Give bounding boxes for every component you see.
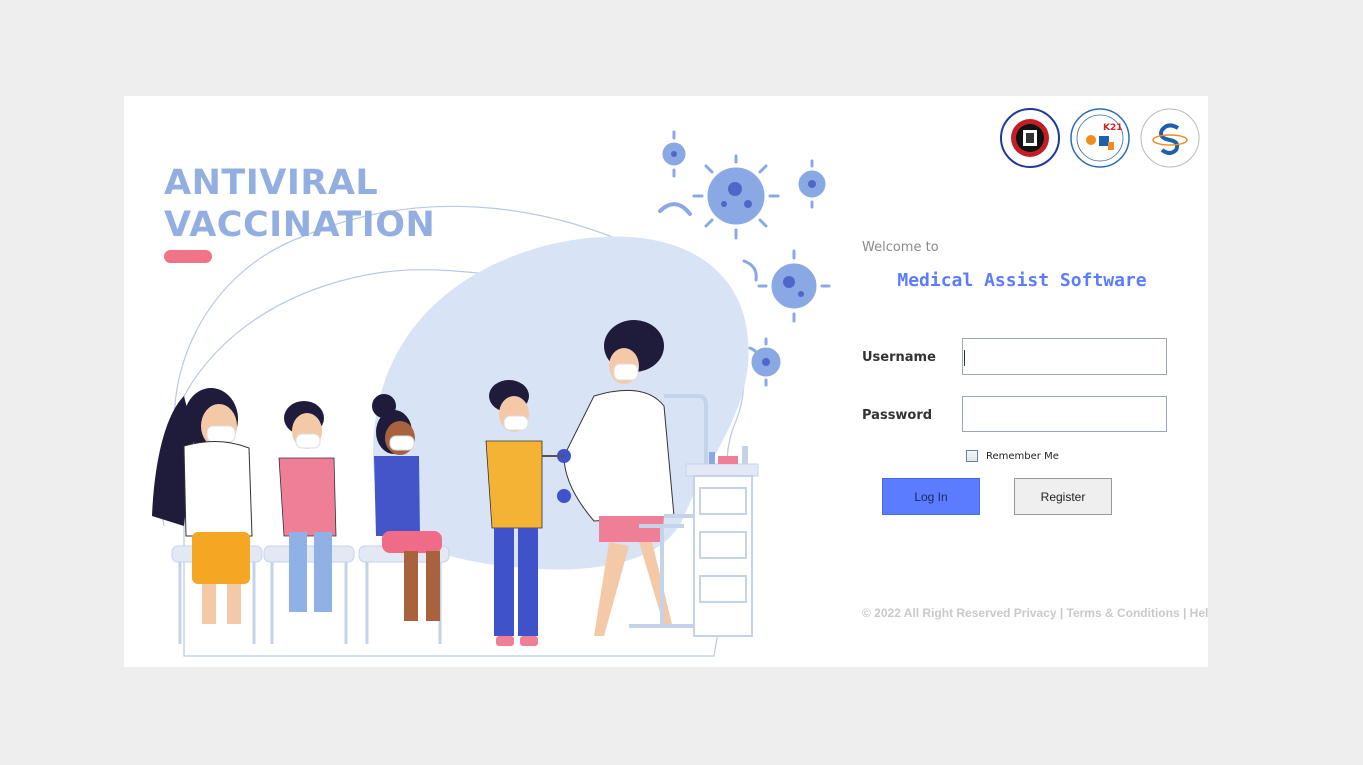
remember-me-label: Remember Me: [986, 450, 1059, 462]
hero-title-line1: ANTIVIRAL: [164, 163, 379, 203]
hero-accent-bar: [164, 250, 212, 263]
username-input[interactable]: [962, 338, 1167, 375]
partner-logos: K21: [1000, 108, 1200, 170]
remember-me[interactable]: Remember Me: [966, 450, 1059, 462]
login-button[interactable]: Log In: [882, 478, 980, 515]
remember-me-checkbox[interactable]: [966, 450, 978, 462]
app-name: Medical Assist Software: [897, 270, 1147, 291]
register-button[interactable]: Register: [1014, 478, 1112, 515]
password-label: Password: [862, 408, 933, 423]
k21-logo: K21: [1070, 108, 1130, 168]
login-window: ANTIVIRAL VACCINATION K21 Welcome to Med…: [124, 96, 1208, 667]
username-label: Username: [862, 350, 936, 365]
welcome-text: Welcome to: [862, 240, 939, 255]
k21-logo-text: K21: [1103, 123, 1123, 133]
footer-text: © 2022 All Right Reserved Privacy | Term…: [862, 606, 1208, 620]
faculty-logo: [1140, 108, 1200, 168]
password-input[interactable]: [962, 396, 1167, 432]
text-cursor: [964, 350, 965, 366]
university-logo: [1000, 108, 1060, 168]
hero-title: ANTIVIRAL VACCINATION: [164, 162, 435, 246]
hero-title-line2: VACCINATION: [164, 205, 436, 245]
